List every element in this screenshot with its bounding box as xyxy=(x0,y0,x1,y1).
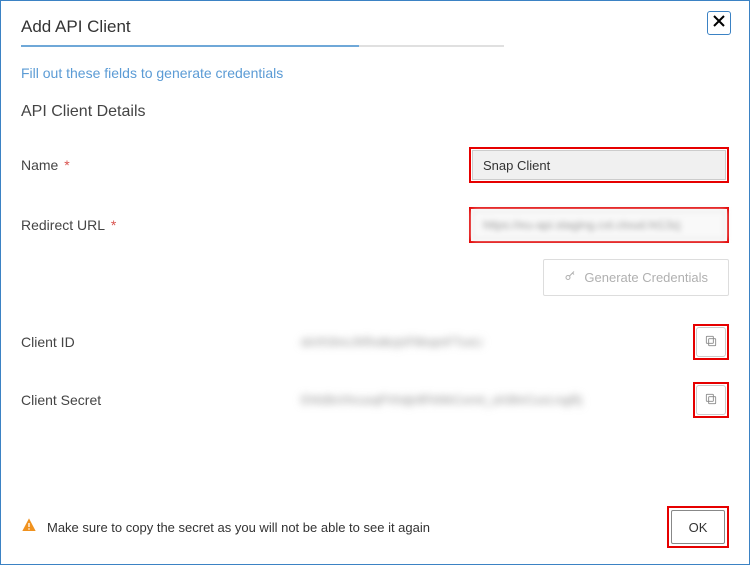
warning-icon xyxy=(21,517,37,538)
redirect-input[interactable]: https://eu-api.staging.cxt.cloud.ht13zj xyxy=(472,210,726,240)
copy-client-id-button[interactable] xyxy=(696,327,726,357)
ok-highlight: OK xyxy=(667,506,729,548)
ok-button[interactable]: OK xyxy=(671,510,725,544)
copy-client-secret-button[interactable] xyxy=(696,385,726,415)
client-id-copy-highlight xyxy=(693,324,729,360)
client-secret-value: EhfzBxVhcuxqPVhdjnfIFkNhCxrmt_uh3thrCuvL… xyxy=(301,393,693,407)
required-marker: * xyxy=(60,157,69,173)
key-icon xyxy=(564,270,576,285)
generate-row: Generate Credentials xyxy=(21,259,729,296)
copy-icon xyxy=(704,392,718,409)
redirect-highlight: https://eu-api.staging.cxt.cloud.ht13zj xyxy=(469,207,729,243)
generate-credentials-button[interactable]: Generate Credentials xyxy=(543,259,729,296)
dialog-footer: Make sure to copy the secret as you will… xyxy=(21,490,729,548)
close-icon xyxy=(713,14,725,32)
client-id-row: Client ID dxVh3mcJhRxdkzjnFMxqmFTuvLi xyxy=(21,324,729,360)
dialog-subtitle: Fill out these fields to generate creden… xyxy=(21,65,729,81)
redirect-label: Redirect URL * xyxy=(21,217,151,233)
redirect-row: Redirect URL * https://eu-api.staging.cx… xyxy=(21,207,729,243)
client-secret-copy-highlight xyxy=(693,382,729,418)
client-id-label: Client ID xyxy=(21,334,151,350)
add-api-client-dialog: Add API Client Fill out these fields to … xyxy=(0,0,750,565)
client-secret-row: Client Secret EhfzBxVhcuxqPVhdjnfIFkNhCx… xyxy=(21,382,729,418)
name-input[interactable] xyxy=(472,150,726,180)
warning-text: Make sure to copy the secret as you will… xyxy=(47,520,430,535)
name-highlight xyxy=(469,147,729,183)
required-marker: * xyxy=(107,217,116,233)
close-button[interactable] xyxy=(707,11,731,35)
dialog-title: Add API Client xyxy=(21,17,729,37)
copy-icon xyxy=(704,334,718,351)
title-underline xyxy=(21,45,504,47)
name-label: Name * xyxy=(21,157,151,173)
client-secret-label: Client Secret xyxy=(21,392,151,408)
section-title: API Client Details xyxy=(21,103,729,121)
client-id-value: dxVh3mcJhRxdkzjnFMxqmFTuvLi xyxy=(301,335,693,349)
name-row: Name * xyxy=(21,147,729,183)
